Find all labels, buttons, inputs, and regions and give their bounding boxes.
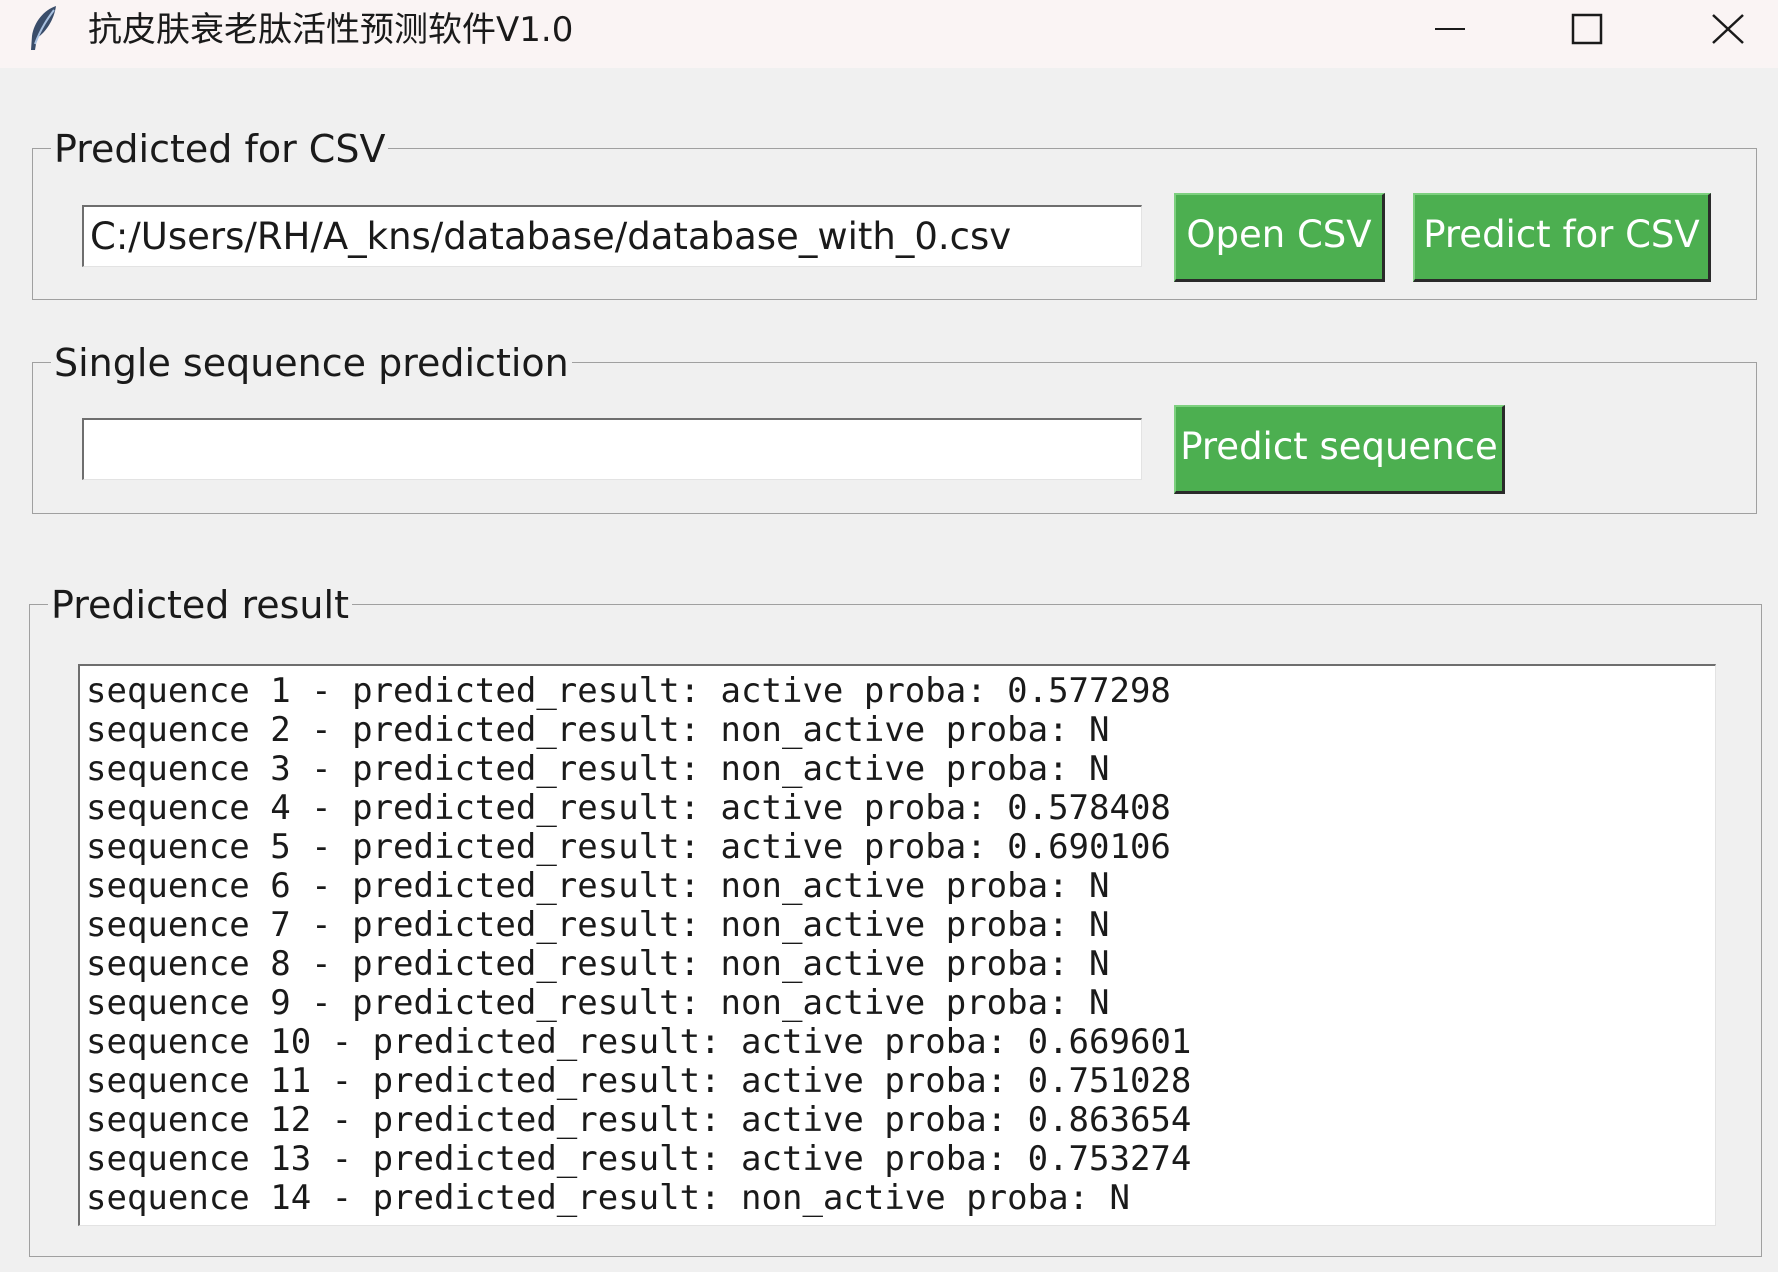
result-line: sequence 1 - predicted_result: active pr… (86, 671, 1171, 711)
result-line: sequence 10 - predicted_result: active p… (86, 1022, 1192, 1062)
result-line: sequence 4 - predicted_result: active pr… (86, 788, 1171, 828)
result-line: sequence 3 - predicted_result: non_activ… (86, 749, 1110, 789)
close-icon (1712, 14, 1744, 44)
single-group-legend: Single sequence prediction (51, 341, 572, 385)
result-line: sequence 7 - predicted_result: non_activ… (86, 905, 1110, 945)
maximize-button[interactable] (1528, 0, 1648, 68)
result-line: sequence 12 - predicted_result: active p… (86, 1100, 1192, 1140)
title-bar: 抗皮肤衰老肽活性预测软件V1.0 (0, 0, 1778, 68)
predict-sequence-button[interactable]: Predict sequence (1174, 405, 1505, 494)
csv-path-input[interactable] (82, 205, 1142, 267)
result-line: sequence 14 - predicted_result: non_acti… (86, 1178, 1130, 1218)
result-line: sequence 8 - predicted_result: non_activ… (86, 944, 1110, 984)
predict-csv-button[interactable]: Predict for CSV (1413, 193, 1711, 282)
csv-group-legend: Predicted for CSV (51, 127, 389, 171)
minimize-icon (1435, 28, 1465, 30)
window-title: 抗皮肤衰老肽活性预测软件V1.0 (88, 10, 574, 50)
result-line: sequence 2 - predicted_result: non_activ… (86, 710, 1110, 750)
result-group-legend: Predicted result (48, 583, 352, 627)
result-line: sequence 11 - predicted_result: active p… (86, 1061, 1192, 1101)
result-textbox[interactable]: sequence 1 - predicted_result: active pr… (78, 664, 1716, 1226)
result-line: sequence 6 - predicted_result: non_activ… (86, 866, 1110, 906)
sequence-input[interactable] (82, 418, 1142, 480)
close-button[interactable] (1668, 0, 1778, 68)
minimize-button[interactable] (1390, 0, 1510, 68)
open-csv-button[interactable]: Open CSV (1174, 193, 1385, 282)
result-line: sequence 5 - predicted_result: active pr… (86, 827, 1171, 867)
result-line: sequence 9 - predicted_result: non_activ… (86, 983, 1110, 1023)
result-line: sequence 13 - predicted_result: active p… (86, 1139, 1192, 1179)
feather-icon (26, 4, 62, 54)
maximize-icon (1571, 13, 1603, 45)
